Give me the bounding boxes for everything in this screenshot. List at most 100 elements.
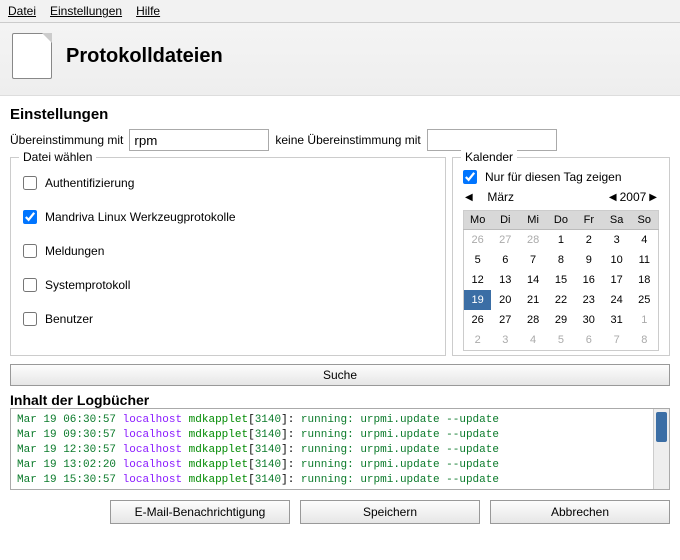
calendar-day[interactable]: 12 [464,270,492,290]
calendar-day[interactable]: 7 [519,250,547,270]
page-title: Protokolldateien [66,45,223,68]
file-option-checkbox[interactable] [23,312,37,326]
calendar-day[interactable]: 8 [631,330,659,351]
file-option-label: Mandriva Linux Werkzeugprotokolle [45,210,236,224]
file-panel: Datei wählen AuthentifizierungMandriva L… [10,157,446,356]
log-line: Mar 19 06:30:57 localhost mdkapplet[3140… [17,413,647,428]
prev-year-icon[interactable]: ◀ [609,192,617,203]
calendar-nav: ◀ März ◀ 2007 ▶ [463,188,659,206]
calendar-day[interactable]: 29 [547,310,575,330]
calendar-day[interactable]: 5 [464,250,492,270]
calendar-legend: Kalender [461,150,517,164]
log-output: Mar 19 06:30:57 localhost mdkapplet[3140… [10,408,670,490]
file-option-label: Benutzer [45,312,93,326]
file-option-checkbox[interactable] [23,244,37,258]
calendar-month: März [476,190,526,204]
file-panel-legend: Datei wählen [19,150,96,164]
only-day-label: Nur für diesen Tag zeigen [485,170,622,184]
calendar-day[interactable]: 3 [603,230,631,251]
calendar-dow: Do [547,211,575,230]
calendar-day[interactable]: 18 [631,270,659,290]
calendar-day[interactable]: 10 [603,250,631,270]
button-bar: E-Mail-Benachrichtigung Speichern Abbrec… [0,490,680,534]
next-year-icon[interactable]: ▶ [649,192,657,203]
search-button[interactable]: Suche [10,364,670,386]
calendar-day[interactable]: 22 [547,290,575,310]
calendar-day[interactable]: 5 [547,330,575,351]
menu-file[interactable]: Datei [8,4,36,18]
save-button[interactable]: Speichern [300,500,480,524]
calendar-day[interactable]: 28 [519,230,547,251]
file-option-label: Meldungen [45,244,104,258]
prev-month-icon[interactable]: ◀ [465,192,473,203]
calendar-day[interactable]: 1 [547,230,575,251]
nomatch-label: keine Übereinstimmung mit [275,133,420,147]
calendar-day[interactable]: 6 [491,250,519,270]
calendar-day[interactable]: 30 [575,310,603,330]
only-day-checkbox[interactable] [463,170,477,184]
calendar-day[interactable]: 27 [491,230,519,251]
calendar-day[interactable]: 8 [547,250,575,270]
calendar-day[interactable]: 31 [603,310,631,330]
file-option: Mandriva Linux Werkzeugprotokolle [23,210,435,224]
calendar-day[interactable]: 13 [491,270,519,290]
file-option-checkbox[interactable] [23,210,37,224]
calendar-day[interactable]: 4 [631,230,659,251]
calendar-day[interactable]: 2 [464,330,492,351]
calendar-day[interactable]: 1 [631,310,659,330]
log-line: Mar 19 09:30:57 localhost mdkapplet[3140… [17,428,647,443]
file-option-checkbox[interactable] [23,176,37,190]
calendar-day[interactable]: 21 [519,290,547,310]
calendar-day[interactable]: 3 [491,330,519,351]
nomatch-input[interactable] [427,129,557,151]
match-row: Übereinstimmung mit keine Übereinstimmun… [10,129,670,151]
calendar-day[interactable]: 27 [491,310,519,330]
file-option: Meldungen [23,244,435,258]
cancel-button[interactable]: Abbrechen [490,500,670,524]
calendar-day[interactable]: 24 [603,290,631,310]
calendar-dow: Fr [575,211,603,230]
calendar-year: 2007 [620,190,647,204]
file-option-label: Authentifizierung [45,176,134,190]
calendar-day[interactable]: 9 [575,250,603,270]
email-alert-button[interactable]: E-Mail-Benachrichtigung [110,500,290,524]
settings-heading: Einstellungen [10,106,670,123]
calendar-day[interactable]: 23 [575,290,603,310]
file-option-label: Systemprotokoll [45,278,130,292]
calendar-day[interactable]: 7 [603,330,631,351]
calendar-dow: Mi [519,211,547,230]
calendar-day[interactable]: 28 [519,310,547,330]
document-icon [12,33,52,79]
match-input[interactable] [129,129,269,151]
calendar[interactable]: MoDiMiDoFrSaSo 2627281234567891011121314… [463,210,659,351]
scrollbar-thumb[interactable] [656,412,667,442]
file-option: Benutzer [23,312,435,326]
calendar-day[interactable]: 2 [575,230,603,251]
match-label: Übereinstimmung mit [10,133,123,147]
calendar-panel: Kalender Nur für diesen Tag zeigen ◀ Mär… [452,157,670,356]
menu-help[interactable]: Hilfe [136,4,160,18]
calendar-day[interactable]: 11 [631,250,659,270]
file-option-checkbox[interactable] [23,278,37,292]
calendar-day[interactable]: 4 [519,330,547,351]
log-line: Mar 19 15:30:57 localhost mdkapplet[3140… [17,473,647,488]
header: Protokolldateien [0,23,680,96]
calendar-dow: Sa [603,211,631,230]
calendar-day[interactable]: 14 [519,270,547,290]
log-line: Mar 19 13:02:20 localhost mdkapplet[3140… [17,458,647,473]
calendar-day[interactable]: 15 [547,270,575,290]
menu-bar: Datei Einstellungen Hilfe [0,0,680,23]
calendar-day[interactable]: 26 [464,230,492,251]
calendar-day[interactable]: 6 [575,330,603,351]
log-line: Mar 19 12:30:57 localhost mdkapplet[3140… [17,443,647,458]
calendar-day[interactable]: 26 [464,310,492,330]
menu-settings[interactable]: Einstellungen [50,4,122,18]
file-option: Systemprotokoll [23,278,435,292]
calendar-day[interactable]: 19 [464,290,492,310]
scrollbar[interactable] [653,409,669,489]
calendar-day[interactable]: 16 [575,270,603,290]
calendar-day[interactable]: 20 [491,290,519,310]
calendar-day[interactable]: 25 [631,290,659,310]
calendar-dow: So [631,211,659,230]
calendar-day[interactable]: 17 [603,270,631,290]
